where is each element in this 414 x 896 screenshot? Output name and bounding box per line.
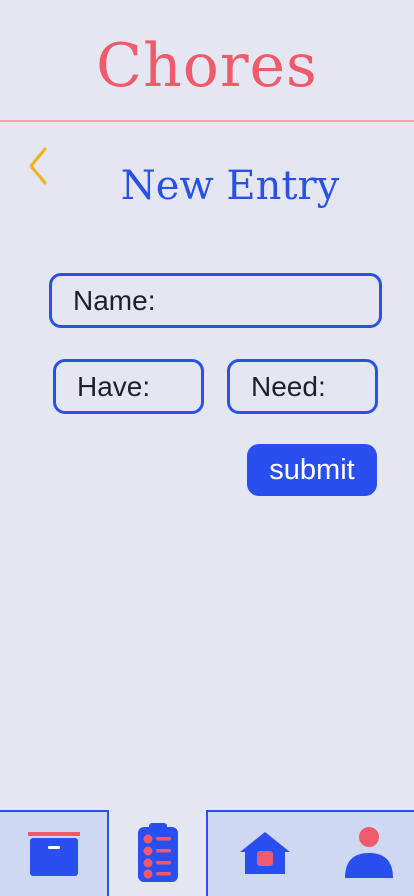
bottom-nav bbox=[0, 810, 414, 896]
have-field[interactable]: Have: bbox=[53, 359, 204, 414]
tab-home[interactable] bbox=[206, 810, 324, 896]
home-icon bbox=[238, 830, 292, 876]
name-field-label: Name: bbox=[73, 284, 156, 316]
clipboard-list-icon bbox=[135, 822, 181, 884]
app-header: Chores bbox=[0, 0, 414, 122]
tab-profile[interactable] bbox=[324, 810, 414, 896]
page-title: New Entry bbox=[120, 163, 340, 209]
name-field[interactable]: Name: bbox=[49, 273, 382, 328]
user-icon bbox=[344, 826, 394, 880]
submit-button[interactable]: submit bbox=[247, 444, 377, 496]
have-field-label: Have: bbox=[77, 370, 151, 402]
app-title: Chores bbox=[96, 31, 318, 101]
need-field[interactable]: Need: bbox=[227, 359, 378, 414]
archive-box-icon bbox=[27, 829, 81, 879]
need-field-label: Need: bbox=[251, 370, 326, 402]
tab-archive[interactable] bbox=[0, 810, 109, 896]
tab-chores[interactable] bbox=[109, 810, 206, 896]
